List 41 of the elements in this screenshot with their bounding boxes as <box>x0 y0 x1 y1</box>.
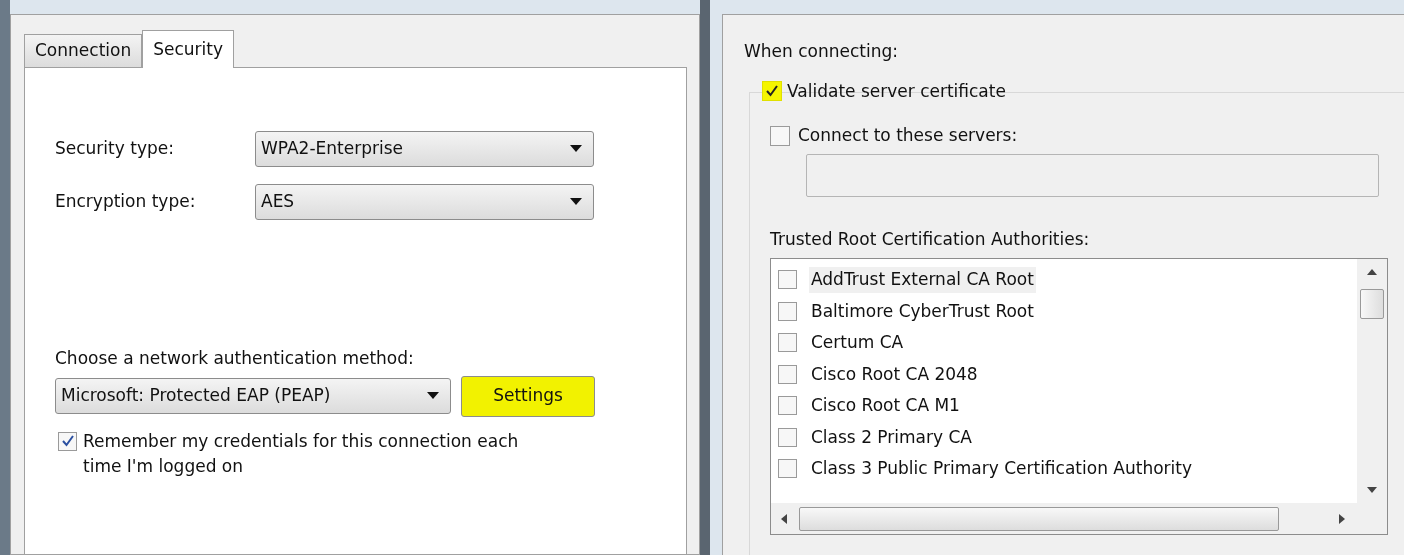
field-label: Security type: <box>55 137 175 161</box>
checkbox[interactable] <box>778 427 797 447</box>
settings-button[interactable]: Settings <box>461 375 595 417</box>
list-item[interactable]: Cisco Root CA 2048 <box>809 361 980 387</box>
list-item[interactable]: Class 3 Public Primary Certification Authority <box>809 456 1194 482</box>
auth-method-dropdown[interactable]: Microsoft: Protected EAP (PEAP) <box>55 378 451 414</box>
tab[interactable]: Security <box>142 30 234 68</box>
checkbox-label: Connect to these servers: <box>798 124 1018 147</box>
checkbox[interactable] <box>58 431 77 451</box>
dropdown-arrow-icon <box>427 392 439 400</box>
checkbox[interactable] <box>778 396 797 416</box>
section-heading: When connecting: <box>744 40 898 63</box>
right-arrow-icon <box>1339 513 1345 524</box>
encryption-type-dropdown[interactable]: AES <box>255 184 594 220</box>
tab[interactable]: Connection <box>24 34 143 67</box>
checkbox[interactable] <box>770 125 790 146</box>
list-item[interactable]: Class 2 Primary CA <box>809 424 974 450</box>
checkbox-label: Validate server certificate <box>787 79 1006 103</box>
down-arrow-icon <box>1367 487 1377 493</box>
checkbox-label: Remember my credentials for this connection each time I'm logged on <box>83 429 520 478</box>
checkbox[interactable] <box>778 333 797 353</box>
field-label: Choose a network authentication method: <box>55 347 414 370</box>
dropdown-arrow-icon <box>570 145 582 153</box>
checkbox[interactable] <box>778 270 797 290</box>
left-arrow-icon <box>781 513 787 524</box>
dropdown-arrow-icon <box>570 198 582 206</box>
scrollbar-thumb[interactable] <box>1360 289 1384 319</box>
checkbox[interactable] <box>778 301 797 321</box>
list-item[interactable]: AddTrust External CA Root <box>809 267 1036 293</box>
list-item[interactable]: Baltimore CyberTrust Root <box>809 298 1036 324</box>
servers-input-field[interactable] <box>806 153 1379 197</box>
vertical-scrollbar[interactable] <box>1357 259 1387 503</box>
list-label: Trusted Root Certification Authorities: <box>770 227 1090 251</box>
checkbox[interactable] <box>778 364 797 384</box>
list-item[interactable]: Certum CA <box>809 330 906 356</box>
field-label: Encryption type: <box>55 190 197 214</box>
checkbox[interactable] <box>778 459 797 479</box>
up-arrow-icon <box>1367 269 1377 275</box>
horizontal-scrollbar[interactable] <box>771 503 1387 534</box>
list-item[interactable]: Cisco Root CA M1 <box>809 393 962 419</box>
security-type-dropdown[interactable]: WPA2-Enterprise <box>255 131 594 167</box>
